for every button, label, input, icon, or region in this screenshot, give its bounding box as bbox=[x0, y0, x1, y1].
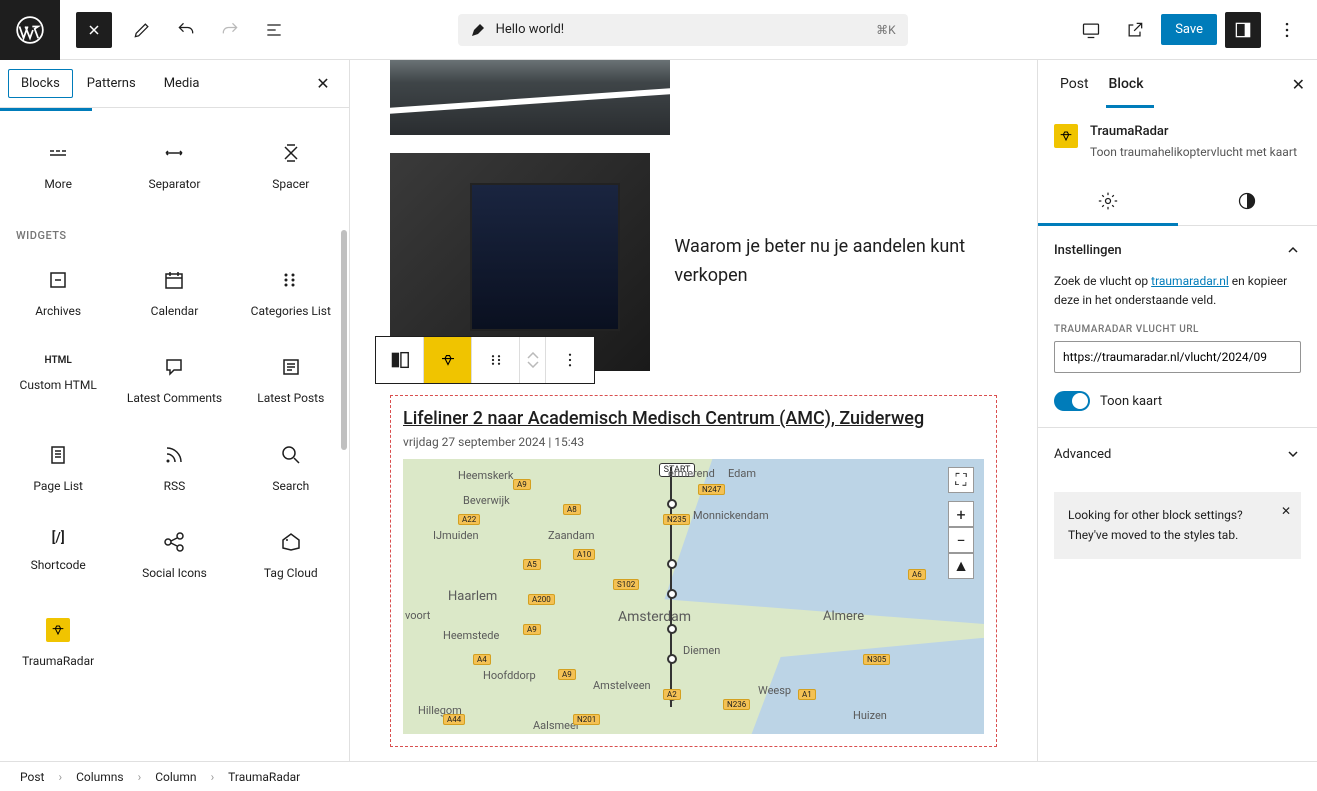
block-name: TraumaRadar bbox=[1090, 124, 1297, 139]
shortcut-hint: ⌘K bbox=[876, 23, 896, 37]
image-block-road[interactable] bbox=[390, 60, 670, 135]
block-more[interactable]: More bbox=[0, 123, 116, 211]
save-button[interactable]: Save bbox=[1161, 14, 1217, 45]
paragraph-caption[interactable]: Waarom je beter nu je aandelen kunt verk… bbox=[674, 233, 1017, 291]
block-rss[interactable]: RSS bbox=[116, 425, 232, 513]
map-zoom-in-icon[interactable]: + bbox=[948, 501, 974, 527]
settings-section-toggle[interactable]: Instellingen bbox=[1054, 242, 1301, 258]
view-desktop-icon[interactable] bbox=[1073, 12, 1109, 48]
block-calendar[interactable]: Calendar bbox=[116, 250, 232, 338]
block-separator[interactable]: Separator bbox=[116, 123, 232, 211]
traumaradar-block-icon[interactable] bbox=[424, 337, 472, 383]
chevron-down-icon bbox=[1285, 446, 1301, 462]
map-fullscreen-icon[interactable]: ⛶ bbox=[948, 467, 974, 493]
url-field-label: TRAUMARADAR VLUCHT URL bbox=[1054, 324, 1301, 335]
settings-help: Zoek de vlucht op traumaradar.nl en kopi… bbox=[1054, 272, 1301, 310]
breadcrumb: Post › Columns › Column › TraumaRadar bbox=[0, 761, 1317, 791]
block-categories-list[interactable]: Categories List bbox=[233, 250, 349, 338]
flight-map[interactable]: START Heemskerk Beverwijk IJmuiden Zaand… bbox=[403, 459, 984, 734]
traumaradar-icon bbox=[1054, 124, 1078, 148]
chevron-right-icon: › bbox=[138, 770, 142, 784]
show-map-label: Toon kaart bbox=[1100, 394, 1162, 409]
tab-blocks[interactable]: Blocks bbox=[8, 69, 73, 98]
block-shortcode[interactable]: [/]Shortcode bbox=[0, 512, 116, 600]
traumaradar-icon bbox=[46, 618, 70, 642]
command-center[interactable]: Hello world! ⌘K bbox=[458, 14, 908, 46]
block-traumaradar[interactable]: TraumaRadar bbox=[0, 600, 116, 688]
block-tag-cloud[interactable]: Tag Cloud bbox=[233, 512, 349, 600]
undo-icon[interactable] bbox=[168, 12, 204, 48]
styles-notice: Looking for other block settings? They'v… bbox=[1054, 492, 1301, 558]
breadcrumb-columns[interactable]: Columns bbox=[76, 770, 124, 784]
flight-title: Lifeliner 2 naar Academisch Medisch Cent… bbox=[403, 408, 984, 429]
close-sidebar-icon[interactable]: ✕ bbox=[1292, 75, 1305, 94]
move-arrows[interactable] bbox=[520, 337, 546, 383]
pen-icon bbox=[470, 22, 486, 38]
preview-external-icon[interactable] bbox=[1117, 12, 1153, 48]
scrollbar[interactable] bbox=[341, 230, 347, 450]
tab-patterns[interactable]: Patterns bbox=[73, 66, 150, 101]
close-inserter-button[interactable] bbox=[76, 12, 112, 48]
document-overview-icon[interactable] bbox=[256, 12, 292, 48]
options-menu-icon[interactable] bbox=[1269, 12, 1305, 48]
styles-subtab[interactable] bbox=[1178, 177, 1317, 225]
flight-url-input[interactable] bbox=[1054, 341, 1301, 373]
chevron-up-icon bbox=[1285, 242, 1301, 258]
widgets-heading: WIDGETS bbox=[0, 211, 349, 250]
block-latest-posts[interactable]: Latest Posts bbox=[233, 337, 349, 425]
block-spacer[interactable]: Spacer bbox=[233, 123, 349, 211]
breadcrumb-post[interactable]: Post bbox=[20, 770, 44, 784]
block-archives[interactable]: Archives bbox=[0, 250, 116, 338]
block-description: Toon traumahelikoptervlucht met kaart bbox=[1090, 143, 1297, 161]
block-custom-html[interactable]: HTMLCustom HTML bbox=[0, 337, 116, 425]
drag-handle-icon[interactable] bbox=[472, 337, 520, 383]
tab-post[interactable]: Post bbox=[1050, 62, 1099, 106]
block-search[interactable]: Search bbox=[233, 425, 349, 513]
gear-icon bbox=[1098, 191, 1118, 211]
dismiss-notice-icon[interactable]: ✕ bbox=[1281, 502, 1291, 521]
contrast-icon bbox=[1237, 191, 1257, 211]
show-map-toggle[interactable] bbox=[1054, 391, 1090, 411]
breadcrumb-column[interactable]: Column bbox=[155, 770, 196, 784]
block-options-icon[interactable] bbox=[546, 337, 594, 383]
breadcrumb-traumaradar[interactable]: TraumaRadar bbox=[228, 770, 300, 784]
close-inserter-icon[interactable]: ✕ bbox=[305, 74, 341, 93]
map-compass-icon[interactable]: ▲ bbox=[948, 553, 974, 579]
redo-icon[interactable] bbox=[212, 12, 248, 48]
block-page-list[interactable]: Page List bbox=[0, 425, 116, 513]
map-zoom-out-icon[interactable]: − bbox=[948, 527, 974, 553]
wp-logo[interactable] bbox=[0, 0, 60, 60]
traumaradar-link[interactable]: traumaradar.nl bbox=[1151, 274, 1229, 288]
settings-panel-toggle[interactable] bbox=[1225, 12, 1261, 48]
advanced-section-toggle[interactable]: Advanced bbox=[1038, 428, 1317, 480]
tab-block[interactable]: Block bbox=[1099, 62, 1154, 106]
block-social-icons[interactable]: Social Icons bbox=[116, 512, 232, 600]
edit-mode-icon[interactable] bbox=[124, 12, 160, 48]
parent-column-icon[interactable] bbox=[376, 337, 424, 383]
chevron-right-icon: › bbox=[211, 770, 215, 784]
flight-date: vrijdag 27 september 2024 | 15:43 bbox=[403, 435, 984, 449]
block-toolbar bbox=[375, 336, 595, 384]
chevron-right-icon: › bbox=[58, 770, 62, 784]
block-latest-comments[interactable]: Latest Comments bbox=[116, 337, 232, 425]
settings-subtab[interactable] bbox=[1038, 177, 1178, 225]
tab-media[interactable]: Media bbox=[150, 66, 214, 101]
traumaradar-block[interactable]: Lifeliner 2 naar Academisch Medisch Cent… bbox=[390, 395, 997, 747]
document-title: Hello world! bbox=[496, 22, 565, 37]
